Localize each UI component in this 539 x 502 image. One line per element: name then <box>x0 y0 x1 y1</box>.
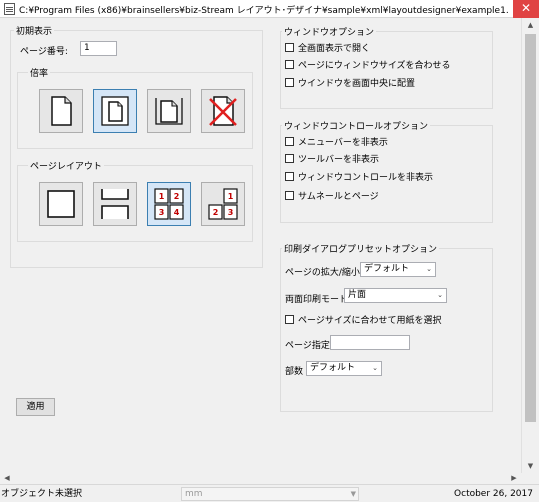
layout-two-page-icon: 1 2 3 4 <box>154 188 184 220</box>
unit-select-value: mm <box>185 489 203 499</box>
title-bar: C:¥Program Files (x86)¥brainsellers¥biz-… <box>0 0 539 18</box>
zoom-fit-page-icon <box>101 96 129 126</box>
layout-single-page-button[interactable] <box>39 182 83 226</box>
checkbox-box[interactable] <box>285 171 294 181</box>
hide-window-controls-checkbox[interactable]: ウィンドウコントロールを非表示 <box>285 170 434 183</box>
chevron-down-icon: ⌄ <box>372 364 378 372</box>
app-document-icon <box>4 3 15 15</box>
chevron-down-icon: ⌄ <box>426 265 432 273</box>
checkbox-box[interactable] <box>285 77 294 87</box>
chevron-down-icon: ⌄ <box>437 291 443 299</box>
window-options-group-label: ウィンドウオプション <box>282 25 377 38</box>
window-title: C:¥Program Files (x86)¥brainsellers¥biz-… <box>19 6 509 16</box>
center-window-checkbox[interactable]: ウインドウを画面中央に配置 <box>285 76 416 89</box>
layout-continuous-icon <box>101 189 129 219</box>
scroll-down-icon[interactable]: ▼ <box>522 459 539 473</box>
paper-by-page-size-checkbox[interactable]: ページサイズに合わせて用紙を選択 <box>285 313 442 326</box>
fit-window-to-page-checkbox[interactable]: ページにウィンドウサイズを合わせる <box>285 58 451 71</box>
settings-panel: 初期表示 ページ番号: 1 倍率 ページレイアウト 1 2 3 4 1 2 3 … <box>0 18 521 473</box>
layout-single-page-icon <box>47 190 75 218</box>
scroll-right-icon[interactable]: ▶ <box>507 473 521 484</box>
checkbox-label: ウィンドウコントロールを非表示 <box>298 172 434 183</box>
page-number-input[interactable]: 1 <box>80 41 117 56</box>
checkbox-box[interactable] <box>285 190 294 200</box>
checkbox-label: ウインドウを画面中央に配置 <box>298 78 416 89</box>
duplex-select-value: 片面 <box>348 290 367 300</box>
checkbox-box[interactable] <box>285 314 294 324</box>
page-range-input[interactable] <box>330 335 410 350</box>
scroll-thumb[interactable] <box>525 34 536 422</box>
layout-page-number: 4 <box>174 208 180 217</box>
layout-page-number: 3 <box>159 208 165 217</box>
scale-label: ページの拡大/縮小 <box>285 268 360 278</box>
checkbox-label: ツールバーを非表示 <box>298 154 380 165</box>
zoom-none-button[interactable] <box>201 89 245 133</box>
hide-menubar-checkbox[interactable]: メニューバーを非表示 <box>285 135 388 148</box>
thumbnails-and-pages-checkbox[interactable]: サムネールとページ <box>285 189 379 202</box>
layout-continuous-button[interactable] <box>93 182 137 226</box>
duplex-select[interactable]: 片面 ⌄ <box>344 288 447 303</box>
scale-select[interactable]: デフォルト ⌄ <box>360 262 436 277</box>
checkbox-box[interactable] <box>285 153 294 163</box>
checkbox-label: メニューバーを非表示 <box>298 137 388 148</box>
checkbox-label: ページにウィンドウサイズを合わせる <box>298 60 451 71</box>
copies-select-value: デフォルト <box>310 363 356 373</box>
zoom-actual-size-button[interactable] <box>147 89 191 133</box>
duplex-label: 両面印刷モード <box>285 295 349 305</box>
layout-page-number: 1 <box>159 192 165 201</box>
scroll-up-icon[interactable]: ▲ <box>522 18 539 32</box>
window-control-options-group-label: ウィンドウコントロールオプション <box>282 119 431 132</box>
layout-two-page-button[interactable]: 1 2 3 4 <box>147 182 191 226</box>
checkbox-label: サムネールとページ <box>298 191 379 202</box>
layout-two-page-cover-button[interactable]: 1 2 3 <box>201 182 245 226</box>
page-range-label: ページ指定 <box>285 341 330 351</box>
layout-page-number: 3 <box>228 208 234 217</box>
layout-page-number: 2 <box>213 208 219 217</box>
close-button[interactable]: ✕ <box>513 0 539 18</box>
layout-two-page-cover-icon: 1 2 3 <box>208 188 238 220</box>
checkbox-box[interactable] <box>285 136 294 146</box>
zoom-actual-size-icon <box>155 98 183 125</box>
checkbox-label: ページサイズに合わせて用紙を選択 <box>298 315 442 326</box>
page-layout-group-label: ページレイアウト <box>28 159 104 172</box>
checkbox-box[interactable] <box>285 42 294 52</box>
scale-select-value: デフォルト <box>364 264 410 274</box>
copies-label: 部数 <box>285 367 304 377</box>
zoom-group-label: 倍率 <box>28 66 51 79</box>
chevron-down-icon: ▼ <box>350 490 356 498</box>
print-dialog-options-group-label: 印刷ダイアログプリセットオプション <box>282 242 440 255</box>
horizontal-scrollbar[interactable]: ◀ ▶ <box>0 473 521 484</box>
zoom-none-icon <box>209 96 237 126</box>
layout-page-number: 1 <box>228 192 234 201</box>
unit-select[interactable]: mm ▼ <box>181 487 359 501</box>
checkbox-box[interactable] <box>285 59 294 69</box>
status-bar: オブジェクト未選択 mm ▼ October 26, 2017 <box>0 484 539 502</box>
fullscreen-checkbox[interactable]: 全画面表示で開く <box>285 41 371 54</box>
hide-toolbar-checkbox[interactable]: ツールバーを非表示 <box>285 152 380 165</box>
apply-button[interactable]: 適用 <box>16 398 55 416</box>
vertical-scrollbar[interactable]: ▲ ▼ <box>521 18 539 473</box>
layout-page-number: 2 <box>174 192 180 201</box>
object-status-text: オブジェクト未選択 <box>1 489 83 499</box>
checkbox-label: 全画面表示で開く <box>298 43 371 54</box>
copies-select[interactable]: デフォルト ⌄ <box>306 361 382 376</box>
zoom-fit-width-button[interactable] <box>39 89 83 133</box>
scrollbar-corner <box>521 473 539 484</box>
status-date: October 26, 2017 <box>454 489 533 499</box>
scroll-left-icon[interactable]: ◀ <box>0 473 14 484</box>
zoom-fit-page-button[interactable] <box>93 89 137 133</box>
zoom-fit-width-icon <box>51 96 72 126</box>
initial-display-group-label: 初期表示 <box>14 24 55 37</box>
page-number-label: ページ番号: <box>20 47 68 57</box>
